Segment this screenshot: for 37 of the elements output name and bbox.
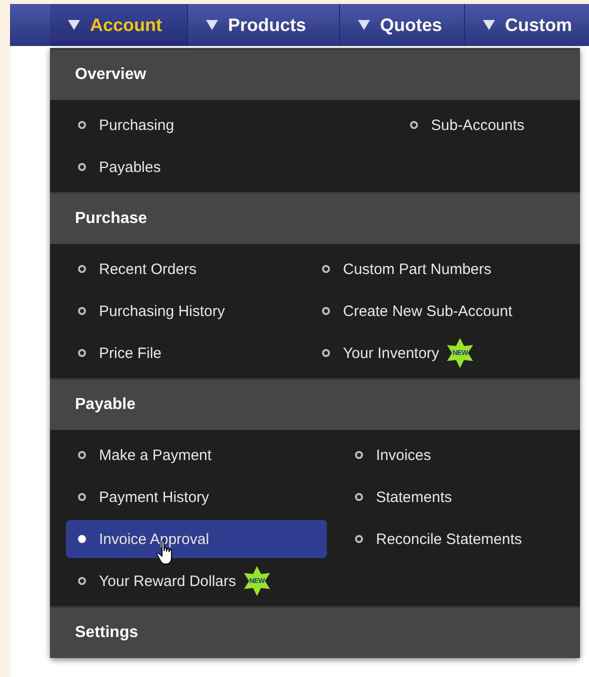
menu-item[interactable]: Purchasing — [66, 106, 327, 144]
bullet-icon — [78, 163, 86, 171]
bullet-icon — [78, 307, 86, 315]
section-heading: Purchase — [75, 210, 148, 228]
bullet-icon — [322, 349, 330, 357]
caret-icon — [68, 20, 80, 30]
menu-item[interactable]: Reconcile Statements — [343, 520, 580, 558]
menu-item[interactable]: Payment History — [66, 478, 327, 516]
bullet-icon — [78, 451, 86, 459]
nav-tab[interactable]: Quotes — [340, 4, 465, 46]
bullet-icon — [78, 493, 86, 501]
caret-icon — [358, 20, 370, 30]
bullet-icon — [322, 265, 330, 273]
bullet-icon — [78, 265, 86, 273]
caret-icon — [206, 20, 218, 30]
bullet-icon — [78, 121, 86, 129]
bullet-icon — [322, 307, 330, 315]
menu-item[interactable]: Sub-Accounts — [398, 106, 580, 144]
bullet-icon — [355, 493, 363, 501]
menu-item[interactable]: Invoices — [343, 436, 580, 474]
bullet-icon — [78, 349, 86, 357]
caret-icon — [483, 20, 495, 30]
section-heading: Payable — [75, 396, 136, 414]
menu-item[interactable]: Make a Payment — [66, 436, 327, 474]
menu-item[interactable]: Payables — [66, 148, 327, 186]
nav-tab[interactable]: Products — [188, 4, 340, 46]
nav-tab[interactable]: Custom — [465, 4, 589, 46]
section-heading: Overview — [75, 66, 146, 84]
menu-item[interactable]: Price File — [66, 334, 327, 372]
menu-item[interactable]: Statements — [343, 478, 580, 516]
bullet-icon — [355, 451, 363, 459]
nav-tab[interactable]: Account — [50, 4, 188, 46]
section-heading: Settings — [75, 624, 138, 642]
bullet-icon — [78, 577, 86, 585]
bullet-icon — [410, 121, 418, 129]
bullet-icon — [355, 535, 363, 543]
bullet-icon — [78, 535, 86, 543]
